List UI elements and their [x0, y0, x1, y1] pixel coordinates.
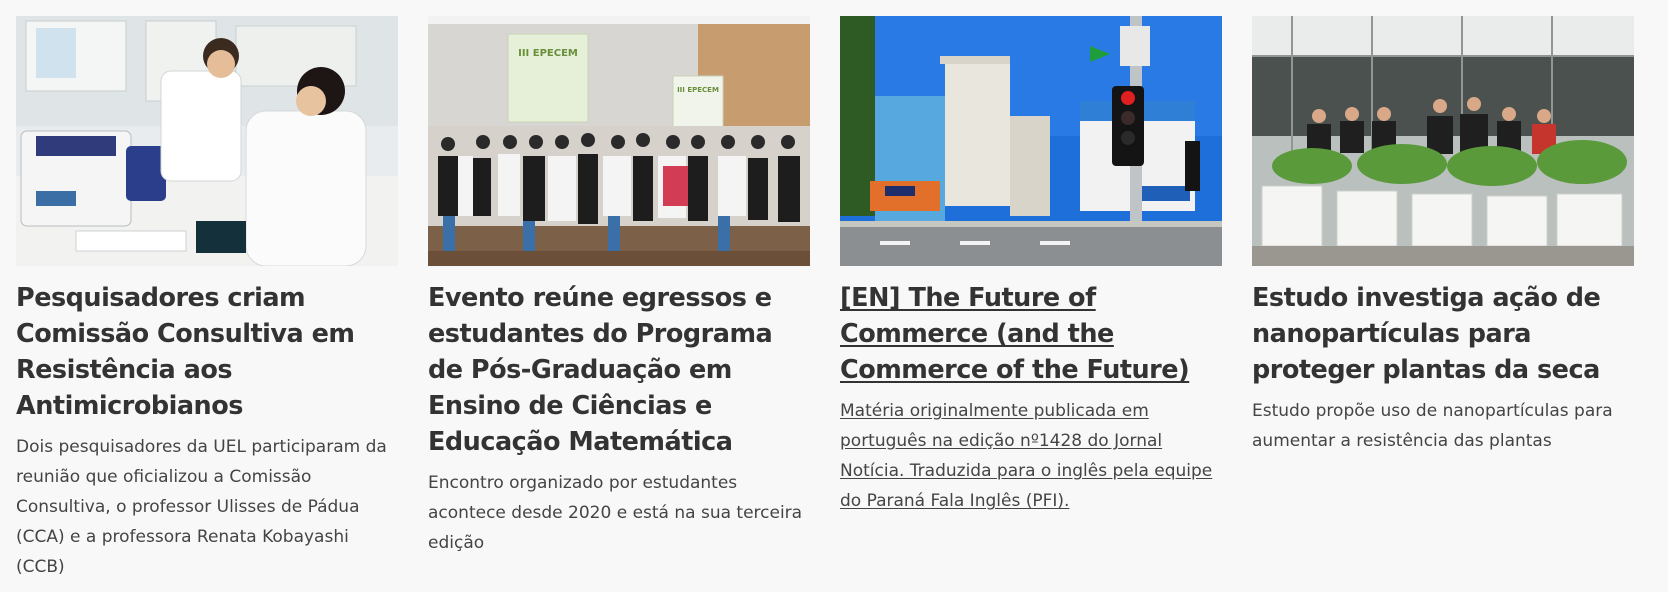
banner-text-left: III EPECEM [518, 48, 578, 59]
article-thumbnail-lab[interactable] [16, 16, 398, 266]
greenhouse-photo-image [1252, 16, 1634, 266]
news-grid: Pesquisadores criam Comissão Consultiva … [16, 16, 1634, 582]
lab-photo-image [16, 16, 398, 266]
news-card: Estudo investiga ação de nanopartículas … [1252, 16, 1634, 582]
article-thumbnail-greenhouse[interactable] [1252, 16, 1634, 266]
article-title[interactable]: Pesquisadores criam Comissão Consultiva … [16, 280, 398, 424]
article-title[interactable]: Estudo investiga ação de nanopartículas … [1252, 280, 1634, 388]
article-thumbnail-event[interactable]: III EPECEM III EPECEM [428, 16, 810, 266]
crowd-illustration [428, 126, 810, 226]
article-excerpt: Encontro organizado por estudantes acont… [428, 473, 803, 553]
news-card: III EPECEM III EPECEM Evento reúne egres… [428, 16, 810, 582]
article-title-link[interactable]: [EN] The Future of Commerce (and the Com… [840, 280, 1222, 388]
article-excerpt-link[interactable]: Matéria originalmente publicada em portu… [840, 396, 1222, 516]
article-excerpt: Estudo propõe uso de nanopartículas para… [1252, 401, 1613, 451]
street-photo-image [840, 16, 1222, 266]
news-card: Pesquisadores criam Comissão Consultiva … [16, 16, 398, 582]
news-card: [EN] The Future of Commerce (and the Com… [840, 16, 1222, 582]
article-excerpt: Dois pesquisadores da UEL participaram d… [16, 437, 387, 577]
article-title[interactable]: Evento reúne egressos e estudantes do Pr… [428, 280, 810, 460]
event-group-photo-image: III EPECEM III EPECEM [428, 16, 810, 266]
banner-text-right: III EPECEM [677, 86, 719, 94]
article-thumbnail-street[interactable] [840, 16, 1222, 266]
